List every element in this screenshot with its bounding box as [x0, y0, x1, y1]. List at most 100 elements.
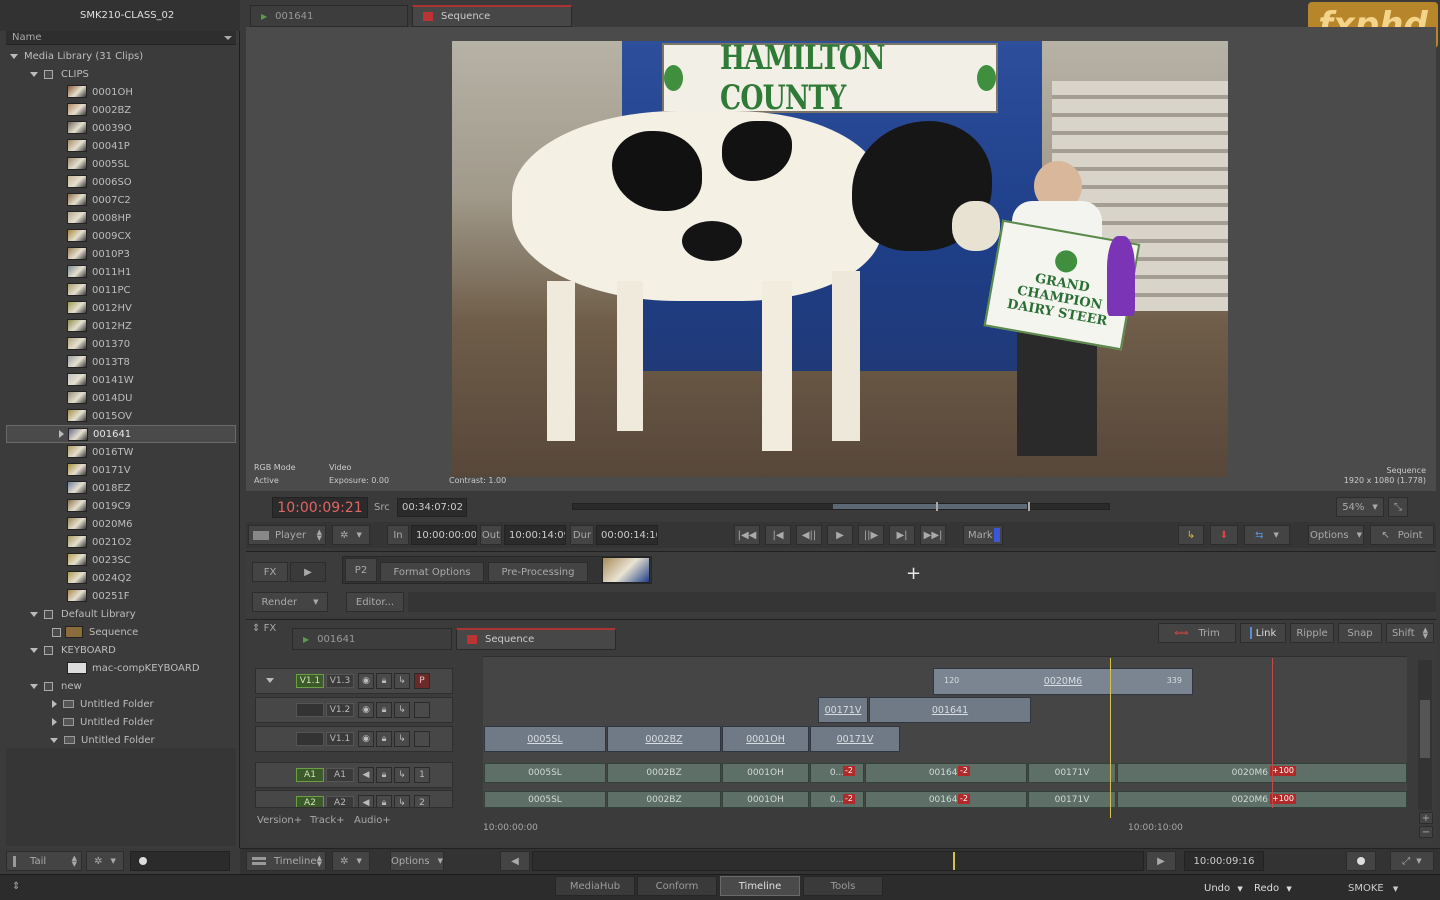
- module-select[interactable]: SMOKE ▼: [1348, 883, 1398, 894]
- audio-clip-a1-short[interactable]: 0... -2: [810, 763, 864, 783]
- clip-v13-0020m6[interactable]: 120 0020M6 339: [933, 668, 1193, 695]
- audio-clip-a1-0001oh[interactable]: 0001OH: [722, 763, 809, 783]
- primary-track-badge[interactable]: P: [414, 673, 430, 689]
- sync-toggle[interactable]: ↳: [394, 731, 410, 747]
- audio-clip-a1-0002bz[interactable]: 0002BZ: [607, 763, 721, 783]
- ripple-toggle[interactable]: Ripple: [1290, 623, 1334, 643]
- timeline-options-select[interactable]: Options ▼: [390, 851, 444, 871]
- fx-toggle-button[interactable]: ▶: [290, 562, 326, 582]
- audio-clip-a2-short[interactable]: 0... -2: [810, 791, 864, 808]
- clip-item[interactable]: 0002BZ: [0, 101, 236, 119]
- timeline-search-button[interactable]: [1346, 851, 1376, 871]
- zoom-select[interactable]: 54% ▼: [1336, 497, 1384, 517]
- go-to-start-button[interactable]: |◀◀: [734, 525, 760, 545]
- lock-toggle[interactable]: 🔒︎: [376, 673, 392, 689]
- clip-item[interactable]: 0014DU: [0, 389, 236, 407]
- in-timecode-field[interactable]: 10:00:00:00: [411, 525, 477, 545]
- audio-clip-a1-001641[interactable]: 001641 -2: [865, 763, 1027, 783]
- clip-item[interactable]: 0010P3: [0, 245, 236, 263]
- timeline-view-select[interactable]: Timeline ▲ ▼: [246, 851, 326, 871]
- lock-toggle[interactable]: 🔒︎: [376, 702, 392, 718]
- visibility-toggle[interactable]: ◉: [358, 702, 374, 718]
- mute-toggle[interactable]: ◀: [358, 767, 374, 783]
- untitled-folder-3[interactable]: Untitled Folder: [0, 731, 236, 749]
- track-name-a1[interactable]: A1: [326, 768, 354, 782]
- track-name-v12[interactable]: V1.2: [326, 703, 354, 717]
- clip-item[interactable]: 0011PC: [0, 281, 236, 299]
- clip-v12-001641[interactable]: 001641: [869, 697, 1031, 723]
- step-back-button[interactable]: ◀||: [796, 525, 822, 545]
- transport-options-select[interactable]: Options ▼: [1308, 525, 1364, 545]
- clip-v11-0001oh[interactable]: 0001OH: [722, 726, 809, 752]
- visibility-toggle[interactable]: ◉: [358, 731, 374, 747]
- dur-button[interactable]: Dur: [570, 525, 594, 545]
- sync-toggle[interactable]: ↳: [394, 702, 410, 718]
- shift-select[interactable]: Shift ▲ ▼: [1386, 623, 1434, 643]
- audio-clip-a2-00171v[interactable]: 00171V: [1028, 791, 1116, 808]
- timeline-tab-sequence[interactable]: Sequence: [456, 628, 616, 650]
- clip-item[interactable]: 0005SL: [0, 155, 236, 173]
- timecode-display[interactable]: 10:00:09:21: [272, 497, 368, 518]
- clip-v11-00171v[interactable]: 00171V: [810, 726, 900, 752]
- tab-mediahub[interactable]: MediaHub: [555, 876, 635, 896]
- clip-item[interactable]: 0019C9: [0, 497, 236, 515]
- out-button[interactable]: Out: [480, 525, 502, 545]
- sync-toggle[interactable]: ↳: [394, 767, 410, 783]
- fx-toggle[interactable]: ⇕ FX: [252, 623, 276, 634]
- clip-item[interactable]: 0012HZ: [0, 317, 236, 335]
- tab-sequence[interactable]: Sequence: [412, 5, 572, 27]
- clip-item[interactable]: 0008HP: [0, 209, 236, 227]
- fit-button[interactable]: ⤡: [1388, 497, 1408, 517]
- audio-add-button[interactable]: Audio+: [354, 815, 391, 826]
- step-forward-button[interactable]: ||▶: [858, 525, 884, 545]
- clip-item[interactable]: 0021O2: [0, 533, 236, 551]
- pre-processing-node[interactable]: Pre-Processing: [488, 562, 588, 582]
- patch-empty[interactable]: [296, 703, 324, 717]
- tail-mode-select[interactable]: Tail ▲ ▼: [6, 851, 82, 871]
- clip-item[interactable]: 0020M6: [0, 515, 236, 533]
- clip-item[interactable]: 0024Q2: [0, 569, 236, 587]
- keyboard-folder[interactable]: KEYBOARD: [0, 641, 236, 659]
- timeline-scroll-bar[interactable]: [532, 851, 1144, 871]
- lock-toggle[interactable]: 🔒︎: [376, 767, 392, 783]
- lock-toggle[interactable]: 🔒︎: [376, 795, 392, 807]
- render-select[interactable]: Render ▼: [252, 592, 328, 612]
- scrollbar-thumb[interactable]: [1420, 700, 1430, 758]
- patch-a2[interactable]: A2: [296, 796, 324, 807]
- primary-track-toggle[interactable]: [414, 702, 430, 718]
- clip-item[interactable]: 0018EZ: [0, 479, 236, 497]
- untitled-folder-1[interactable]: Untitled Folder: [0, 695, 236, 713]
- track-name-v11[interactable]: V1.1: [326, 732, 354, 746]
- dur-timecode-field[interactable]: 00:00:14:10: [596, 525, 658, 545]
- clip-item[interactable]: 0013T8: [0, 353, 236, 371]
- clip-item[interactable]: 00171V: [0, 461, 236, 479]
- next-edit-button[interactable]: ▶|: [889, 525, 915, 545]
- audio-clip-a1-00171v[interactable]: 00171V: [1028, 763, 1116, 783]
- clip-item[interactable]: 00251F: [0, 587, 236, 605]
- redo-button[interactable]: Redo ▼: [1254, 883, 1292, 894]
- clip-item[interactable]: 00039O: [0, 119, 236, 137]
- tab-timeline[interactable]: Timeline: [720, 876, 800, 896]
- playhead[interactable]: [1110, 658, 1111, 818]
- sync-toggle[interactable]: ↳: [394, 795, 410, 807]
- timeline-settings-button[interactable]: ✲ ▼: [332, 851, 370, 871]
- mark-button[interactable]: Mark: [963, 525, 1003, 545]
- keyboard-item[interactable]: mac-compKEYBOARD: [0, 659, 236, 677]
- audio-clip-a1-0005sl[interactable]: 0005SL: [484, 763, 606, 783]
- scrub-bar[interactable]: [572, 502, 1110, 511]
- track-add-button[interactable]: Track+: [310, 815, 345, 826]
- lock-toggle[interactable]: 🔒︎: [376, 731, 392, 747]
- clip-item[interactable]: 0001OH: [0, 83, 236, 101]
- audio-clip-a2-0001oh[interactable]: 0001OH: [722, 791, 809, 808]
- clip-item[interactable]: 00141W: [0, 371, 236, 389]
- fit-timeline-button[interactable]: ⤢ ▼: [1390, 851, 1434, 871]
- audio-clip-a2-0005sl[interactable]: 0005SL: [484, 791, 606, 808]
- player-select[interactable]: Player ▲ ▼: [248, 525, 326, 545]
- out-timecode-field[interactable]: 10:00:14:09: [504, 525, 566, 545]
- patch-empty[interactable]: [296, 732, 324, 746]
- tab-source-001641[interactable]: ▶ 001641: [250, 5, 408, 27]
- clip-item[interactable]: 0015OV: [0, 407, 236, 425]
- audio-clip-a2-001641[interactable]: 001641 -2: [865, 791, 1027, 808]
- clip-item[interactable]: 00041P: [0, 137, 236, 155]
- mute-toggle[interactable]: ◀: [358, 795, 374, 807]
